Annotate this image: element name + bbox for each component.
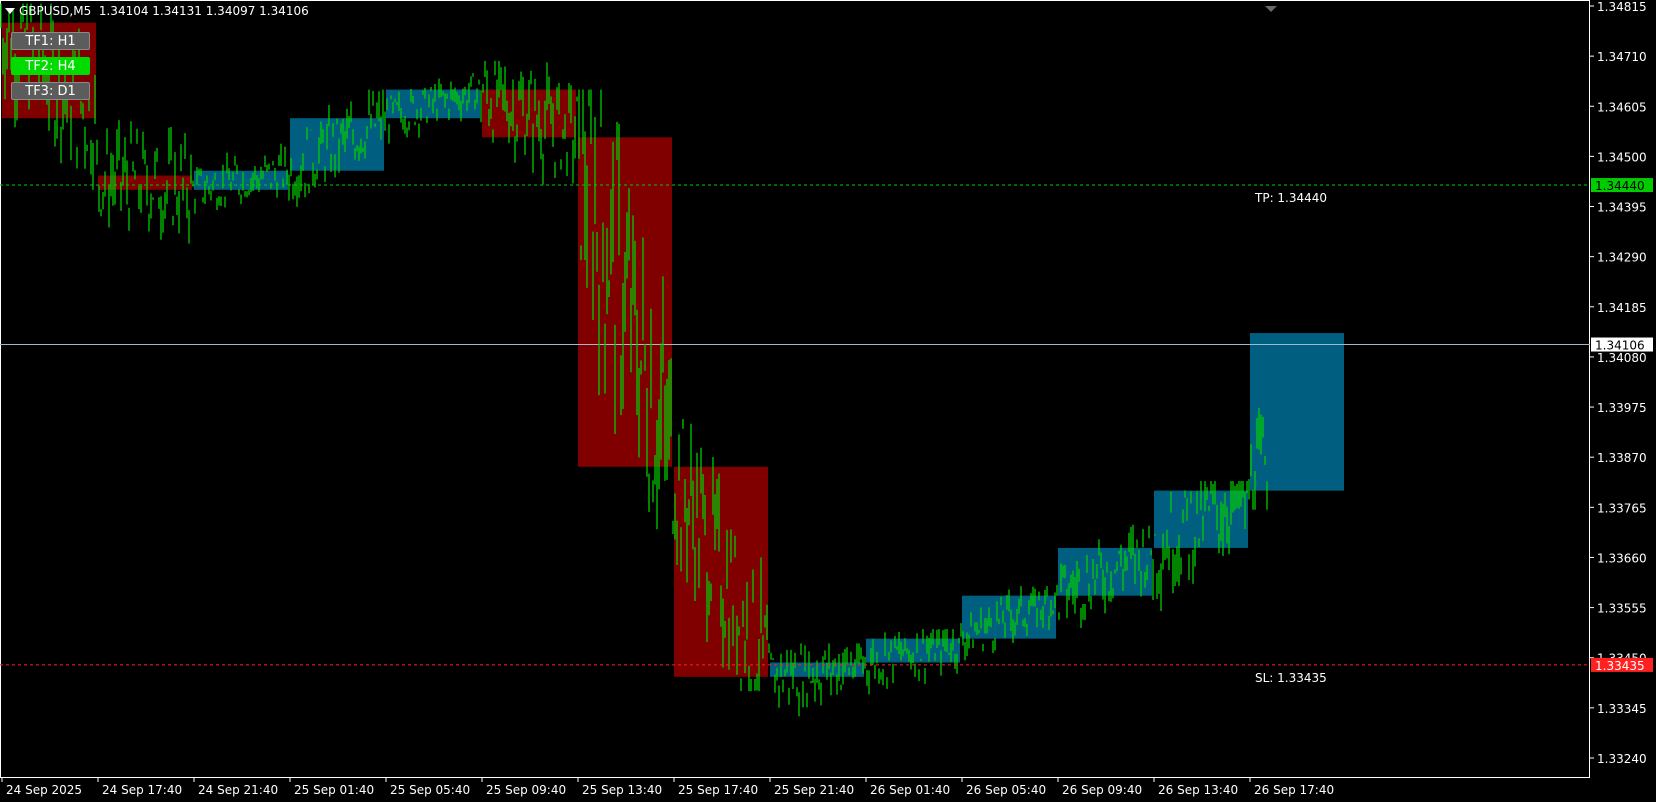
time-axis-label: 25 Sep 05:40 — [390, 783, 470, 797]
price-axis-label: 1.34395 — [1597, 201, 1647, 215]
time-axis-label: 26 Sep 05:40 — [966, 783, 1046, 797]
price-axis-label: 1.34500 — [1597, 150, 1647, 164]
sl-price-tag: 1.33435 — [1595, 659, 1645, 673]
time-axis-label: 25 Sep 17:40 — [678, 783, 758, 797]
dropdown-triangle-icon[interactable] — [5, 8, 15, 14]
time-axis-label: 24 Sep 21:40 — [198, 783, 278, 797]
price-axis-label: 1.33870 — [1597, 451, 1647, 465]
price-axis-label: 1.33765 — [1597, 501, 1647, 515]
price-axis-label: 1.34080 — [1597, 351, 1647, 365]
price-axis-label: 1.33975 — [1597, 401, 1647, 415]
ohlc-values: 1.34104 1.34131 1.34097 1.34106 — [98, 4, 309, 18]
time-axis[interactable]: 24 Sep 2025 24 Sep 17:40 24 Sep 21:40 25 Se… — [1, 778, 1334, 797]
tp-label: TP: 1.34440 — [1254, 191, 1327, 205]
price-axis-label: 1.34710 — [1597, 50, 1647, 64]
price-axis-label: 1.34815 — [1597, 0, 1647, 14]
price-axis-label: 1.33240 — [1597, 752, 1647, 766]
current-price-tag: 1.34106 — [1595, 339, 1645, 353]
time-axis-label: 26 Sep 13:40 — [1158, 783, 1238, 797]
time-axis-label: 25 Sep 21:40 — [774, 783, 854, 797]
h4-box — [290, 118, 384, 171]
h4-box — [1250, 333, 1344, 491]
time-axis-label: 24 Sep 2025 — [6, 783, 82, 797]
tf2-button[interactable]: TF2: H4 — [11, 57, 90, 75]
tf1-button[interactable]: TF1: H1 — [11, 32, 90, 50]
time-axis-label: 26 Sep 09:40 — [1062, 783, 1142, 797]
time-axis-label: 25 Sep 01:40 — [294, 783, 374, 797]
price-axis-label: 1.33345 — [1597, 702, 1647, 716]
price-axis-label: 1.33555 — [1597, 602, 1647, 616]
time-axis-label: 24 Sep 17:40 — [102, 783, 182, 797]
h4-box — [194, 170, 288, 190]
tp-price-tag: 1.34440 — [1595, 179, 1645, 193]
time-axis-label: 25 Sep 13:40 — [582, 783, 662, 797]
time-axis-label: 25 Sep 09:40 — [486, 783, 566, 797]
symbol-header: GBPUSD,M5 1.34104 1.34131 1.34097 1.3410… — [0, 2, 309, 20]
h4-box — [98, 175, 192, 190]
h4-box — [674, 466, 768, 677]
price-chart[interactable]: TP: 1.34440SL: 1.334351.348151.347101.34… — [0, 0, 1656, 798]
price-axis-label: 1.34290 — [1597, 251, 1647, 265]
h4-boxes — [2, 22, 1344, 677]
time-axis-label: 26 Sep 01:40 — [870, 783, 950, 797]
price-axis[interactable]: 1.34815 1.34710 1.34605 1.34500 1.34395 1.342… — [1590, 0, 1647, 766]
price-axis-label: 1.34605 — [1597, 100, 1647, 114]
price-axis-label: 1.33660 — [1597, 551, 1647, 565]
price-axis-label: 1.34185 — [1597, 301, 1647, 315]
chart-area[interactable]: TP: 1.34440 SL: 1.33435 1.34815 1.34710 1.34… — [0, 0, 1656, 798]
tf3-button[interactable]: TF3: D1 — [11, 82, 90, 100]
sl-label: SL: 1.33435 — [1255, 671, 1327, 685]
time-axis-label: 26 Sep 17:40 — [1254, 783, 1334, 797]
chart-shift-icon[interactable] — [1265, 6, 1277, 12]
symbol-name: GBPUSD,M5 — [19, 4, 92, 18]
